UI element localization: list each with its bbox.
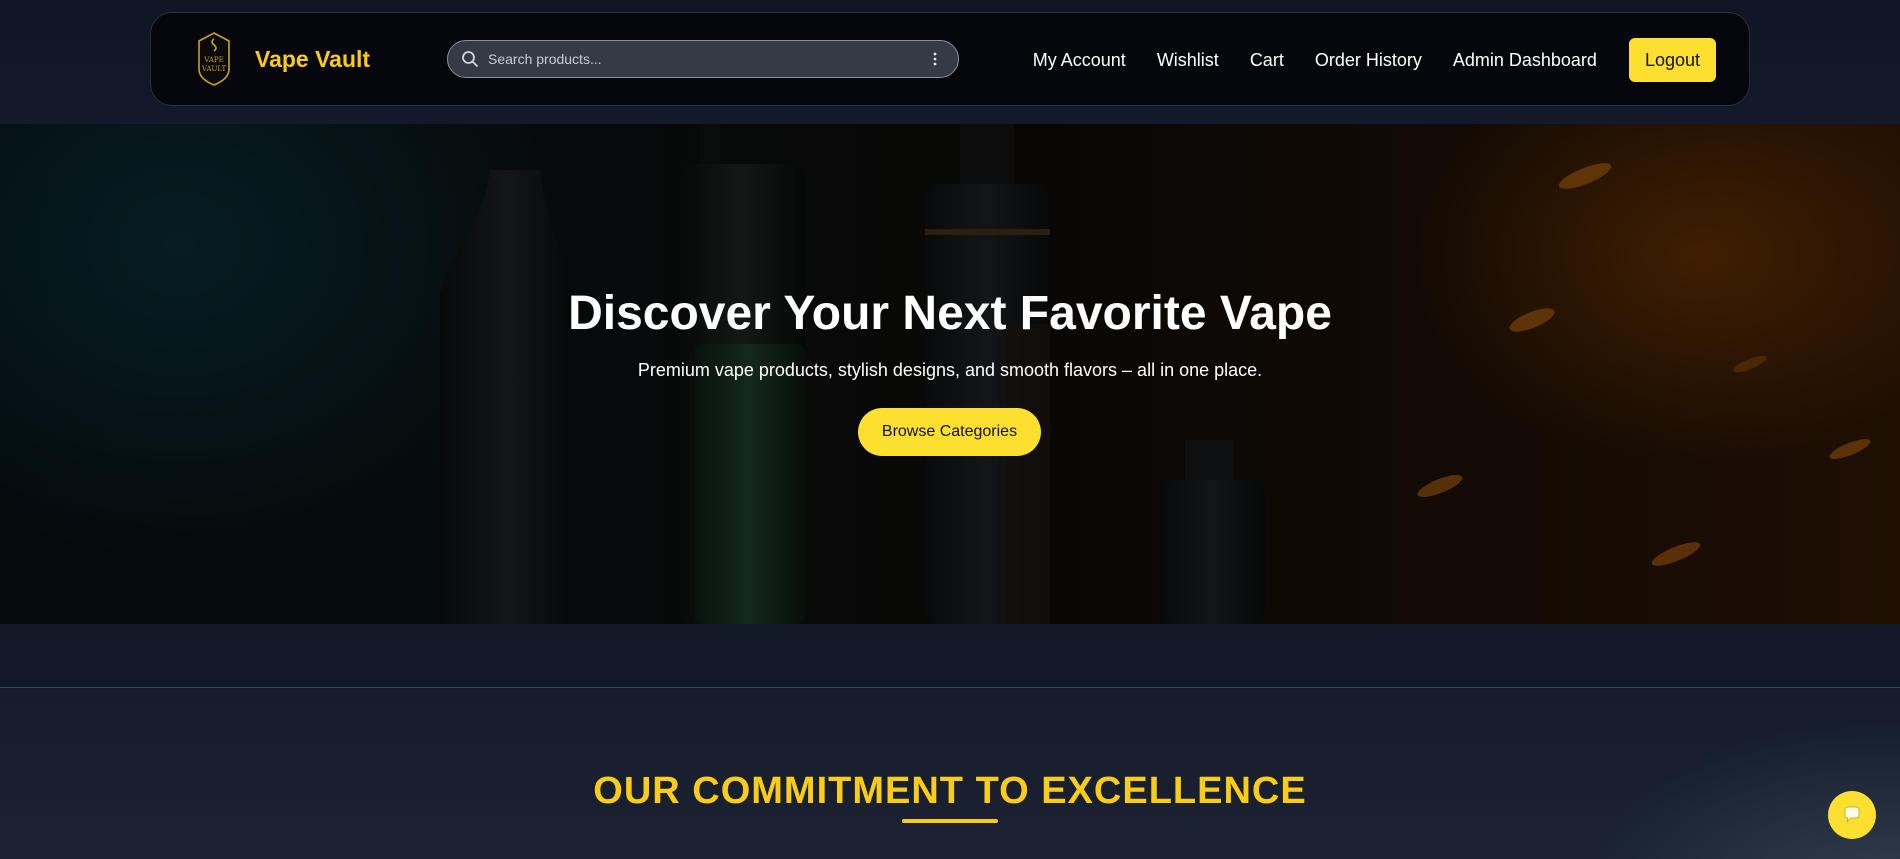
nav-links: My Account Wishlist Cart Order History A… bbox=[1002, 37, 1716, 83]
nav-wishlist[interactable]: Wishlist bbox=[1157, 50, 1219, 71]
hero-title: Discover Your Next Favorite Vape bbox=[568, 287, 1332, 340]
hero-subtitle: Premium vape products, stylish designs, … bbox=[637, 360, 1263, 380]
nav-admin-dashboard[interactable]: Admin Dashboard bbox=[1453, 50, 1597, 71]
nav-my-account[interactable]: My Account bbox=[1033, 50, 1126, 71]
brand-name[interactable]: Vape Vault bbox=[255, 46, 370, 73]
logo-text-vault: VAULT bbox=[201, 65, 227, 73]
commitment-section: OUR COMMITMENT TO EXCELLENCE bbox=[0, 689, 1900, 859]
chat-bubble-icon bbox=[1844, 806, 1860, 824]
chat-button[interactable] bbox=[1828, 791, 1876, 839]
search-icon bbox=[462, 51, 478, 67]
logo-text-vape: VAPE bbox=[203, 56, 223, 64]
navbar: VAPE VAULT Vape Vault My Account Wishlis… bbox=[150, 12, 1750, 106]
search-bar[interactable] bbox=[447, 40, 959, 78]
kebab-menu-icon[interactable] bbox=[926, 50, 944, 68]
logout-button[interactable]: Logout bbox=[1628, 38, 1716, 82]
hero-content: Discover Your Next Favorite Vape Premium… bbox=[0, 124, 1900, 624]
section-divider bbox=[0, 624, 1900, 688]
shield-logo-icon: VAPE VAULT bbox=[198, 32, 230, 86]
browse-categories-button[interactable]: Browse Categories bbox=[858, 408, 1041, 456]
nav-order-history[interactable]: Order History bbox=[1315, 50, 1422, 71]
nav-cart[interactable]: Cart bbox=[1250, 50, 1284, 71]
hero-banner: Discover Your Next Favorite Vape Premium… bbox=[0, 124, 1900, 624]
search-input[interactable] bbox=[488, 41, 926, 77]
commitment-title: OUR COMMITMENT TO EXCELLENCE bbox=[593, 770, 1307, 812]
title-underline bbox=[902, 819, 998, 823]
brand[interactable]: VAPE VAULT Vape Vault bbox=[195, 31, 370, 87]
